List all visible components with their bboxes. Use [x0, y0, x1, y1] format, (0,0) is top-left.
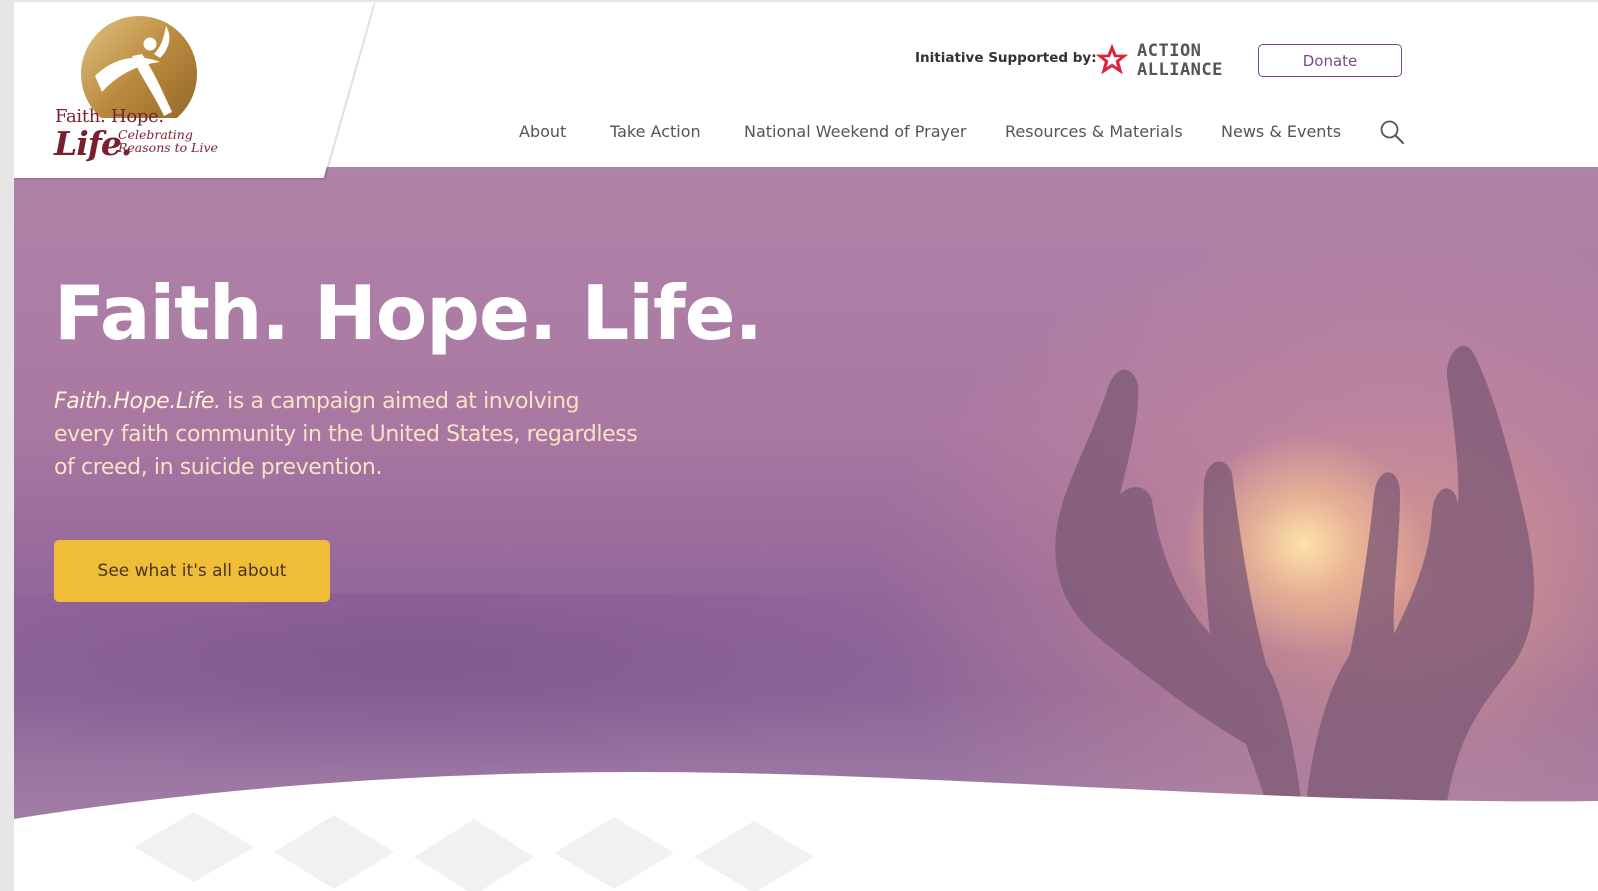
hero-title: Faith. Hope. Life.: [54, 269, 763, 357]
hero-banner: Faith. Hope. Life. Faith.Hope.Life. is a…: [14, 164, 1598, 824]
hero-intro-emphasis: Faith.Hope.Life.: [54, 389, 221, 414]
nav-item-resources-materials[interactable]: Resources & Materials: [1005, 122, 1183, 141]
action-alliance-logo[interactable]: ACTION ALLIANCE: [1094, 42, 1234, 82]
hero-intro: Faith.Hope.Life. is a campaign aimed at …: [54, 385, 644, 484]
nav-item-news-events[interactable]: News & Events: [1221, 122, 1341, 141]
donate-button[interactable]: Donate: [1258, 44, 1402, 77]
raised-hands-image: [1055, 345, 1535, 824]
partner-name-line2: ALLIANCE: [1137, 60, 1223, 80]
nav-item-take-action[interactable]: Take Action: [610, 122, 701, 141]
hero-wave-divider: [14, 771, 1598, 891]
search-icon[interactable]: [1379, 119, 1405, 145]
partner-name-line1: ACTION: [1137, 41, 1202, 61]
see-what-its-about-button[interactable]: See what it's all about: [54, 540, 330, 602]
support-label: Initiative Supported by:: [915, 50, 1097, 66]
logo-emblem-icon: [81, 16, 197, 118]
logo-tagline: Celebrating Reasons to Live: [118, 127, 218, 155]
site-logo[interactable]: Faith. Hope. Life. Celebrating Reasons t…: [14, 2, 374, 178]
nav-item-national-weekend-of-prayer[interactable]: National Weekend of Prayer: [744, 122, 966, 141]
nav-item-about[interactable]: About: [519, 122, 566, 141]
action-alliance-star-icon: [1095, 43, 1129, 75]
page: Initiative Supported by: ACTION ALLIANCE…: [14, 2, 1598, 891]
